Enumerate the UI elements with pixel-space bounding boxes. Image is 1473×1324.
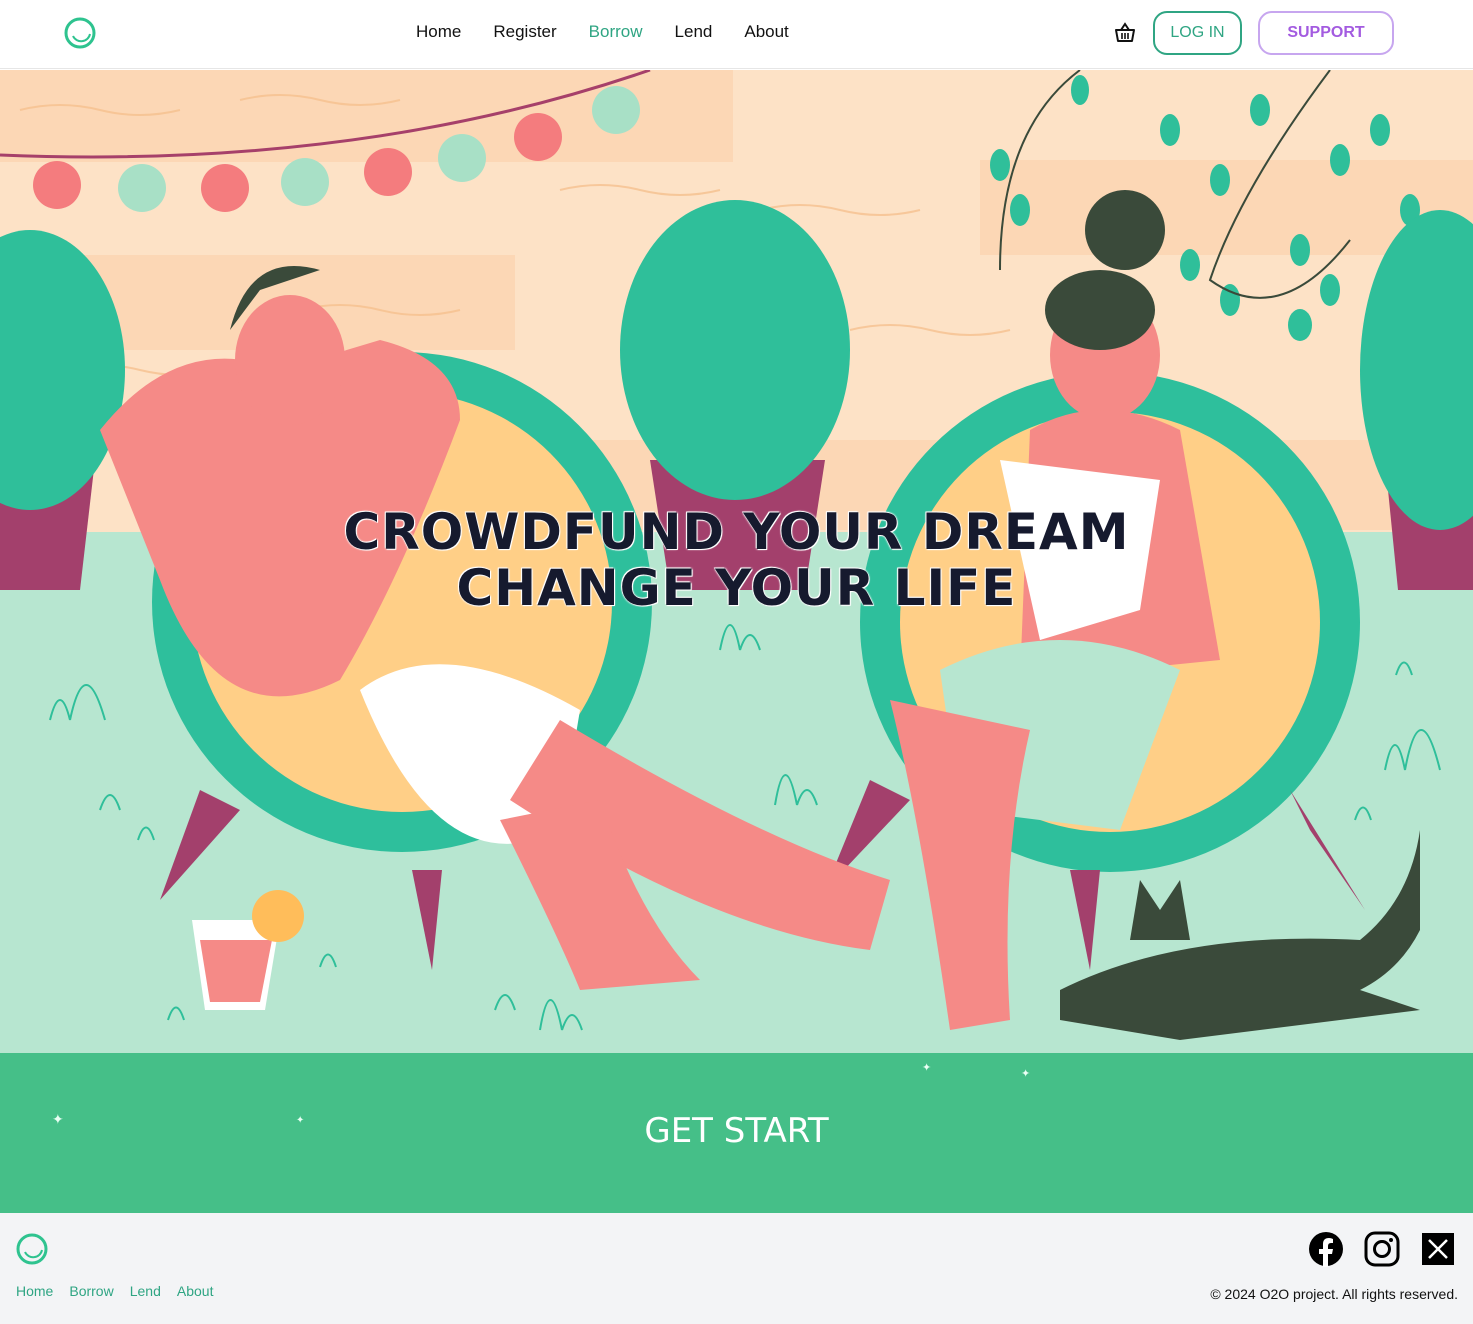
nav-about[interactable]: About [744, 22, 788, 42]
top-navbar: Home Register Borrow Lend About LOG IN S… [0, 0, 1473, 69]
nav-home[interactable]: Home [416, 22, 461, 42]
get-start-button[interactable]: GET START [0, 1111, 1473, 1151]
facebook-icon[interactable] [1308, 1231, 1344, 1267]
hero-banner: CROWDFUND YOUR DREAM CHANGE YOUR LIFE [0, 70, 1473, 1053]
main-nav: Home Register Borrow Lend About [416, 22, 789, 42]
footer-links: Home Borrow Lend About [16, 1283, 213, 1299]
footer: Home Borrow Lend About © 2024 O2O projec… [0, 1213, 1473, 1324]
nav-borrow[interactable]: Borrow [589, 22, 643, 42]
headline-line-1: CROWDFUND YOUR DREAM [343, 503, 1130, 561]
nav-register[interactable]: Register [493, 22, 556, 42]
x-icon[interactable] [1422, 1233, 1454, 1265]
basket-icon[interactable] [1113, 21, 1137, 45]
nav-lend[interactable]: Lend [675, 22, 713, 42]
ring-logo-icon[interactable] [16, 1233, 48, 1265]
hero-headline: CROWDFUND YOUR DREAM CHANGE YOUR LIFE [0, 504, 1473, 616]
ring-logo-icon[interactable] [64, 17, 96, 49]
sparkle-icon: ✦ [922, 1062, 932, 1074]
footer-link-home[interactable]: Home [16, 1283, 53, 1299]
copyright-text: © 2024 O2O project. All rights reserved. [1210, 1286, 1458, 1302]
login-button[interactable]: LOG IN [1153, 11, 1242, 55]
headline-line-2: CHANGE YOUR LIFE [456, 559, 1017, 617]
sparkle-icon: ✦ [1021, 1068, 1031, 1080]
support-button[interactable]: SUPPORT [1258, 11, 1394, 55]
footer-link-lend[interactable]: Lend [130, 1283, 161, 1299]
footer-link-about[interactable]: About [177, 1283, 214, 1299]
instagram-icon[interactable] [1364, 1231, 1400, 1267]
footer-link-borrow[interactable]: Borrow [69, 1283, 113, 1299]
cta-banner: ✦ ✦ ✦ ✦ GET START [0, 1053, 1473, 1213]
